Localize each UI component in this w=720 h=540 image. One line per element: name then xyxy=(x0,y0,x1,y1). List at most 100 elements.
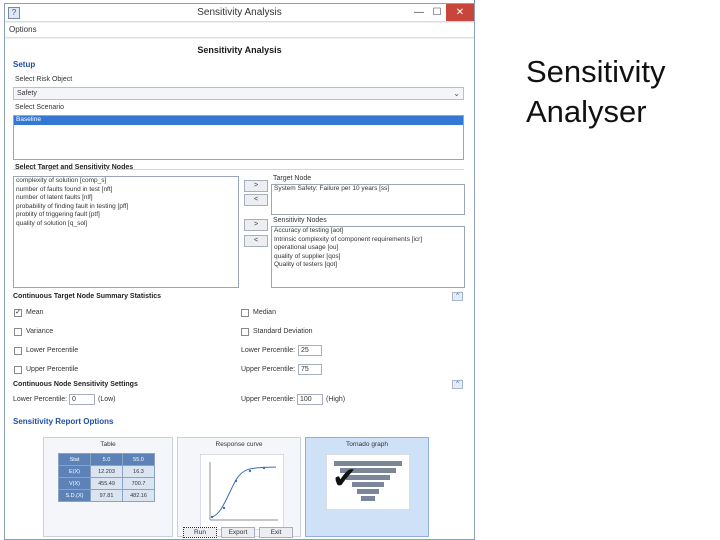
sensitivity-lower-hint: (Low) xyxy=(98,396,116,403)
setup-heading: Setup xyxy=(13,60,36,69)
report-options-heading: Sensitivity Report Options xyxy=(13,417,114,426)
section-divider xyxy=(13,169,464,170)
table-cell: 455.49 xyxy=(90,477,123,490)
lower-percentile-label: Lower Percentile xyxy=(26,347,79,354)
summary-stats-label: Continuous Target Node Summary Statistic… xyxy=(13,293,162,300)
table-option-title: Table xyxy=(100,441,116,448)
median-checkbox[interactable] xyxy=(241,309,249,317)
list-item[interactable]: System Safety: Failure per 10 years [ss] xyxy=(272,185,464,194)
list-item[interactable]: problity of triggering fault [ptf] xyxy=(14,211,238,220)
risk-object-value: Safety xyxy=(17,90,37,97)
slide-title-line: Analyser xyxy=(526,94,647,129)
remove-target-button[interactable]: < xyxy=(244,194,268,206)
add-sensitivity-button[interactable]: > xyxy=(244,219,268,231)
mean-label: Mean xyxy=(26,309,44,316)
sensitivity-nodes-list[interactable]: Accuracy of testing [aot] Intrinsic comp… xyxy=(271,226,465,288)
sensitivity-upper-hint: (High) xyxy=(326,396,346,403)
maximize-button[interactable]: ☐ xyxy=(428,4,446,21)
minimize-button[interactable]: — xyxy=(410,4,428,21)
table-cell: S.D.(X) xyxy=(58,489,91,502)
scenario-list[interactable]: Baseline xyxy=(13,115,464,160)
std-dev-checkbox[interactable] xyxy=(241,328,249,336)
std-dev-label: Standard Deviation xyxy=(253,328,313,335)
list-item[interactable]: complexity of solution [comp_s] xyxy=(14,177,238,186)
preview-point xyxy=(234,479,238,483)
title-bar: ? Sensitivity Analysis — ☐ ✕ xyxy=(5,4,474,22)
target-node-list[interactable]: System Safety: Failure per 10 years [ss] xyxy=(271,184,465,215)
scenario-item-baseline[interactable]: Baseline xyxy=(14,116,463,125)
target-node-label: Target Node xyxy=(273,175,312,182)
table-cell: 97.81 xyxy=(90,489,123,502)
table-cell: 16.3 xyxy=(122,465,155,478)
list-item[interactable]: Quality of testers [qot] xyxy=(272,261,464,270)
preview-point xyxy=(210,515,214,519)
list-item[interactable]: quality of solution [q_sol] xyxy=(14,220,238,229)
preview-point xyxy=(222,506,226,510)
tornado-bar xyxy=(357,489,379,494)
export-button[interactable]: Export xyxy=(221,527,255,538)
list-item[interactable]: probability of finding fault in testing … xyxy=(14,203,238,212)
list-item[interactable]: number of latent faults [nlf] xyxy=(14,194,238,203)
sensitivity-lower-input[interactable]: 0 xyxy=(69,394,95,405)
upper-percentile-checkbox[interactable] xyxy=(14,366,22,374)
response-curve-report-option[interactable]: Response curve xyxy=(177,437,301,537)
risk-object-select[interactable]: Safety ⌄ xyxy=(13,87,464,100)
response-option-title: Response curve xyxy=(215,441,263,448)
menu-bar: Options xyxy=(5,23,474,38)
variance-label: Variance xyxy=(26,328,54,335)
window-title: Sensitivity Analysis xyxy=(197,7,282,18)
lower-percentile-input[interactable]: 25 xyxy=(298,345,322,356)
collapse-settings-button[interactable]: ^ xyxy=(452,380,463,389)
tornado-bar xyxy=(361,496,375,501)
available-nodes-list[interactable]: complexity of solution [comp_s] number o… xyxy=(13,176,239,288)
table-cell: 700.7 xyxy=(122,477,155,490)
slide-title-line: Sensitivity xyxy=(526,54,666,89)
table-preview: Stat 5.0 55.0 E(X) 12.203 16.3 V(X) 455.… xyxy=(58,453,155,502)
table-cell: 12.203 xyxy=(90,465,123,478)
remove-sensitivity-button[interactable]: < xyxy=(244,235,268,247)
page-title: Sensitivity Analysis xyxy=(197,45,282,55)
chevron-down-icon: ⌄ xyxy=(453,89,460,98)
sensitivity-settings-label: Continuous Node Sensitivity Settings xyxy=(13,381,138,388)
upper-percentile-input[interactable]: 75 xyxy=(298,364,322,375)
risk-object-label: Select Risk Object xyxy=(15,76,73,83)
exit-button[interactable]: Exit xyxy=(259,527,293,538)
preview-point xyxy=(248,469,252,473)
table-cell: Stat xyxy=(58,453,91,466)
table-cell: V(X) xyxy=(58,477,91,490)
sensitivity-upper-label: Upper Percentile: xyxy=(241,396,296,403)
preview-point xyxy=(262,466,266,470)
dialog-content: Sensitivity Analysis Setup Select Risk O… xyxy=(5,39,474,539)
collapse-stats-button[interactable]: ^ xyxy=(452,292,463,301)
scenario-label: Select Scenario xyxy=(15,104,65,111)
menu-options[interactable]: Options xyxy=(9,25,37,34)
list-item[interactable]: quality of supplier [qos] xyxy=(272,253,464,262)
preview-frame xyxy=(200,454,284,530)
tornado-graph-report-option[interactable]: Tornado graph ✔ xyxy=(305,437,429,537)
mean-checkbox[interactable]: ✓ xyxy=(14,309,22,317)
lower-percentile-checkbox[interactable] xyxy=(14,347,22,355)
slide-title: Sensitivity Analyser xyxy=(526,52,666,132)
table-report-option[interactable]: Table Stat 5.0 55.0 E(X) 12.203 16.3 V(X… xyxy=(43,437,173,537)
upper-percentile-label: Upper Percentile xyxy=(26,366,79,373)
sensitivity-lower-label: Lower Percentile: xyxy=(13,396,68,403)
list-item[interactable]: operational usage [ou] xyxy=(272,244,464,253)
table-cell: 5.0 xyxy=(90,453,123,466)
lower-percentile-field-label: Lower Percentile: xyxy=(241,347,296,354)
sensitivity-nodes-label: Sensitivity Nodes xyxy=(273,217,327,224)
sensitivity-analysis-window: ? Sensitivity Analysis — ☐ ✕ Options Sen… xyxy=(4,3,475,540)
add-target-button[interactable]: > xyxy=(244,180,268,192)
median-label: Median xyxy=(253,309,276,316)
run-button[interactable]: Run xyxy=(183,527,217,538)
variance-checkbox[interactable] xyxy=(14,328,22,336)
table-cell: 55.0 xyxy=(122,453,155,466)
tornado-option-title: Tornado graph xyxy=(346,441,388,448)
checkmark-icon: ✔ xyxy=(332,462,358,495)
list-item[interactable]: Intrinsic complexity of component requir… xyxy=(272,236,464,245)
table-cell: 482.16 xyxy=(122,489,155,502)
list-item[interactable]: Accuracy of testing [aot] xyxy=(272,227,464,236)
upper-percentile-field-label: Upper Percentile: xyxy=(241,366,296,373)
sensitivity-upper-input[interactable]: 100 xyxy=(297,394,323,405)
list-item[interactable]: number of faults found in test [nft] xyxy=(14,186,238,195)
close-button[interactable]: ✕ xyxy=(446,4,474,21)
